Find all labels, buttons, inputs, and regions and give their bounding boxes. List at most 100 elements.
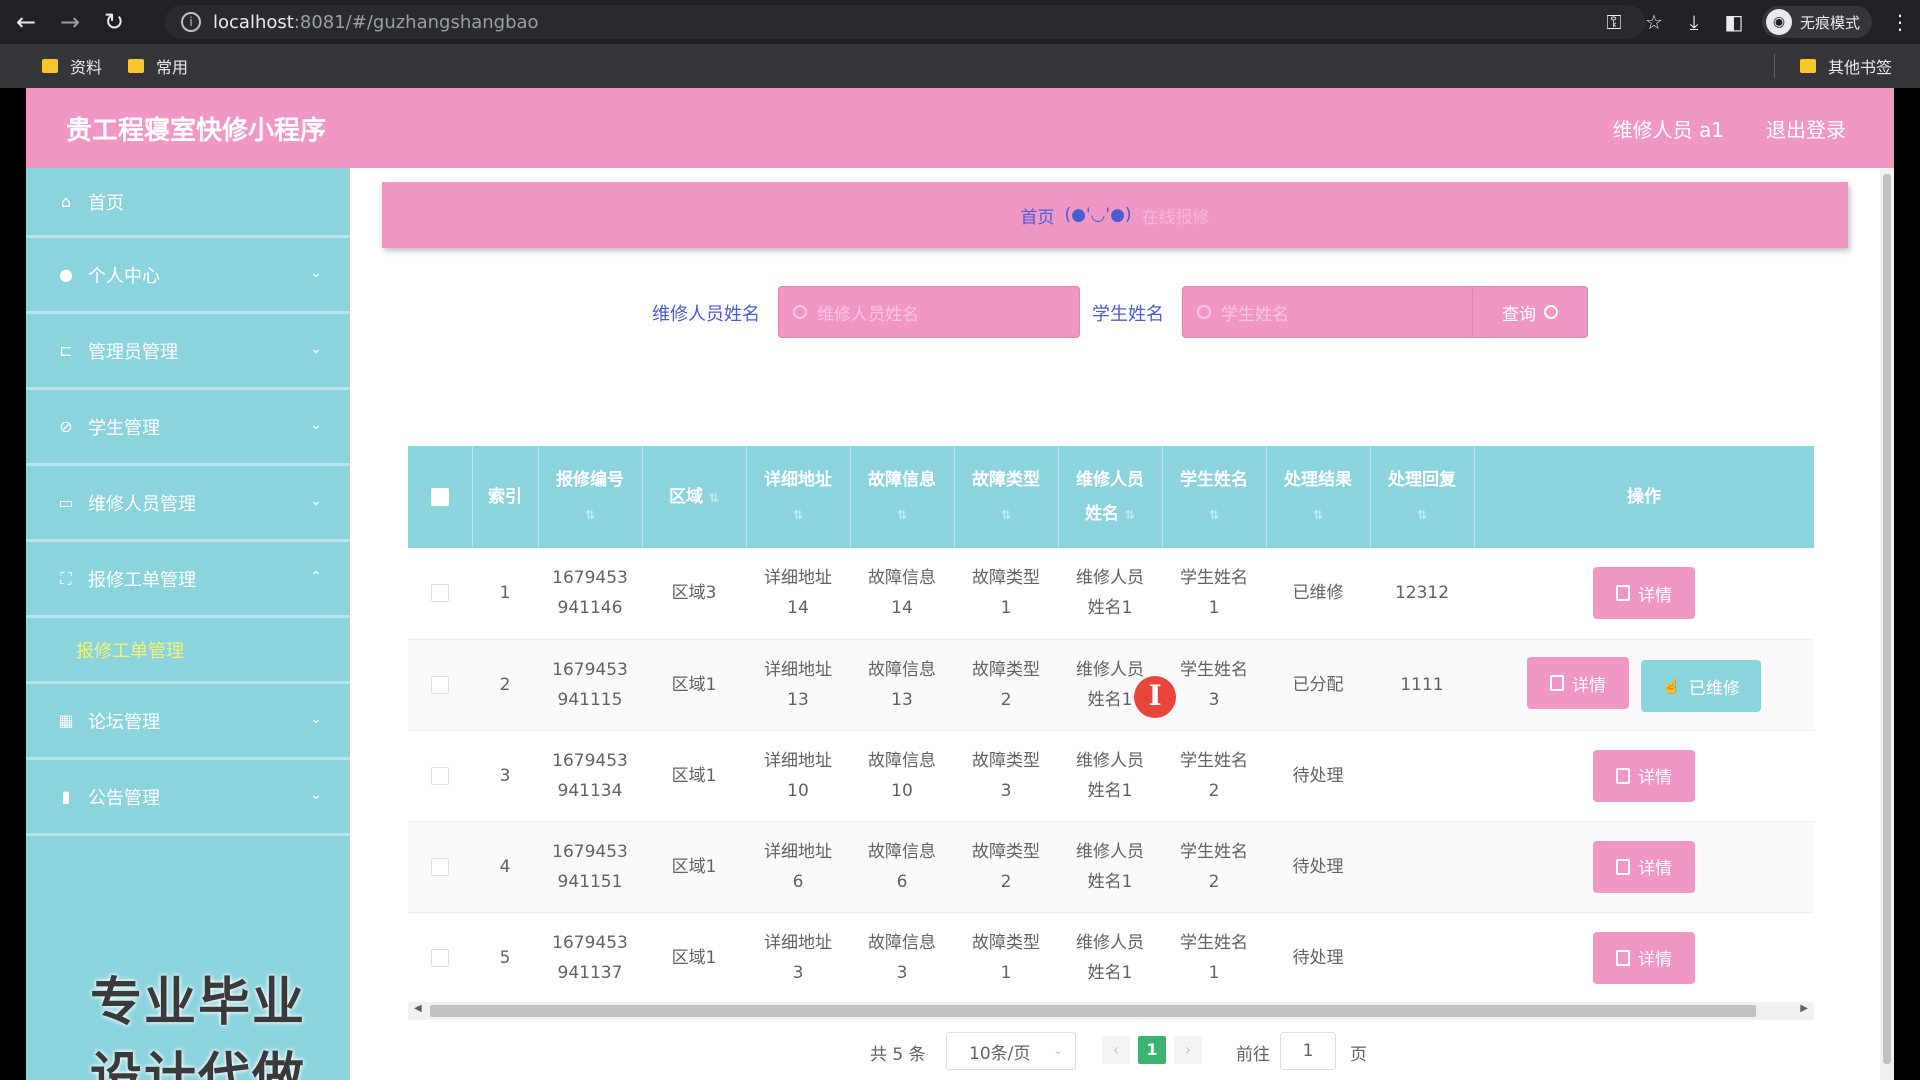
detail-button-label: 详情	[1572, 675, 1606, 695]
col-repairer[interactable]: 维修人员姓名 ⇅	[1058, 446, 1163, 548]
bookmark-folder-1[interactable]: 常用	[128, 54, 188, 78]
key-icon[interactable]: ⚿	[1594, 10, 1634, 34]
sort-icon[interactable]: ⇅	[709, 491, 719, 505]
student-name-input[interactable]: 学生姓名	[1182, 286, 1484, 338]
prev-page-button[interactable]: ‹	[1102, 1036, 1130, 1064]
forward-icon[interactable]: →	[52, 4, 88, 40]
scroll-right-icon[interactable]: ▶	[1800, 1003, 1808, 1014]
sidebar-item-profile[interactable]: ● 个人中心 ⌄	[26, 238, 350, 314]
sidebar-item-label: 学生管理	[88, 417, 160, 439]
search-icon	[1197, 305, 1211, 319]
cell-index: 5	[472, 912, 538, 1004]
detail-button[interactable]: 详情	[1593, 749, 1695, 802]
back-icon[interactable]: ←	[8, 4, 44, 40]
cell-area: 区域1	[642, 730, 746, 822]
sort-icon[interactable]: ⇅	[793, 508, 803, 522]
other-bookmarks[interactable]: 其他书签	[1799, 54, 1892, 78]
col-student[interactable]: 学生姓名 ⇅	[1162, 446, 1267, 548]
bookmark-folder-0[interactable]: 资料	[42, 54, 102, 78]
repairer-name-input[interactable]: 维修人员姓名	[778, 286, 1080, 338]
watermark-text: 专业毕业设计代做	[90, 973, 307, 1080]
scrollbar-thumb[interactable]	[1883, 174, 1891, 1064]
menu-dots-icon[interactable]: ⋮	[1880, 10, 1920, 34]
cell-repairer: 维修人员姓名1	[1058, 821, 1162, 913]
sort-icon[interactable]: ⇅	[1209, 508, 1219, 522]
col-area[interactable]: 区域 ⇅	[642, 446, 747, 548]
site-info-icon[interactable]: i	[181, 12, 201, 32]
col-student-label: 学生姓名	[1180, 469, 1248, 490]
sort-icon[interactable]: ⇅	[1001, 508, 1011, 522]
detail-button[interactable]: 详情	[1593, 567, 1695, 620]
cell-result: 已分配	[1266, 639, 1370, 731]
next-page-button[interactable]: ›	[1174, 1036, 1202, 1064]
star-icon[interactable]: ☆	[1634, 10, 1674, 34]
reload-icon[interactable]: ↻	[96, 4, 132, 40]
grid-icon: ▦	[58, 711, 74, 730]
sort-icon[interactable]: ⇅	[1417, 508, 1427, 522]
col-fault-type[interactable]: 故障类型 ⇅	[954, 446, 1059, 548]
sort-icon[interactable]: ⇅	[897, 508, 907, 522]
sidebar-item-repairers[interactable]: ▭ 维修人员管理 ⌄	[26, 466, 350, 542]
breadcrumb-home[interactable]: 首页	[1020, 203, 1054, 228]
sidebar-item-admins[interactable]: ⊏ 管理员管理 ⌄	[26, 314, 350, 390]
folder-icon	[1799, 59, 1816, 73]
search-form: 维修人员姓名 维修人员姓名 学生姓名 学生姓名 查询	[350, 286, 1894, 338]
select-all-cell[interactable]	[408, 446, 473, 548]
cell-fault-info: 故障信息10	[850, 730, 954, 822]
app-brand: 贵工程寝室快修小程序	[66, 116, 327, 146]
col-result[interactable]: 处理结果 ⇅	[1266, 446, 1371, 548]
incognito-badge[interactable]: ◉ 无痕模式	[1761, 6, 1872, 38]
col-fault-info[interactable]: 故障信息 ⇅	[850, 446, 955, 548]
page-vertical-scrollbar[interactable]	[1880, 168, 1894, 1080]
row-checkbox[interactable]	[431, 857, 449, 876]
sidebar-item-forum[interactable]: ▦ 论坛管理 ⌄	[26, 684, 350, 760]
table-row: 4 1679453941151 区域1 详细地址6 故障信息6 故障类型2 维修…	[408, 821, 1814, 913]
sidebar-item-work-orders[interactable]: ⛶ 报修工单管理 ⌃	[26, 542, 350, 618]
col-reply[interactable]: 处理回复 ⇅	[1370, 446, 1475, 548]
row-checkbox[interactable]	[431, 948, 449, 967]
cell-result: 已维修	[1266, 548, 1370, 640]
sidebar-subitem-work-orders[interactable]: 报修工单管理	[26, 618, 350, 684]
col-address[interactable]: 详细地址 ⇅	[746, 446, 851, 548]
sort-icon[interactable]: ⇅	[1125, 508, 1135, 522]
sidebar-item-students[interactable]: ⊘ 学生管理 ⌄	[26, 390, 350, 466]
page-number-current[interactable]: 1	[1138, 1036, 1166, 1064]
row-checkbox[interactable]	[431, 675, 449, 694]
page-size-select[interactable]: 10条/页 ⌄	[946, 1032, 1076, 1070]
chevron-down-icon: ⌄	[310, 265, 322, 281]
current-user: 维修人员 a1	[1612, 118, 1724, 142]
scroll-left-icon[interactable]: ◀	[414, 1003, 422, 1014]
row-checkbox[interactable]	[431, 766, 449, 785]
cell-fault-info: 故障信息6	[850, 821, 954, 913]
col-code[interactable]: 报修编号 ⇅	[538, 446, 643, 548]
goto-page-input[interactable]: 1	[1280, 1032, 1336, 1070]
logout-link[interactable]: 退出登录	[1766, 114, 1846, 143]
sidebar-item-notices[interactable]: ▮ 公告管理 ⌄	[26, 760, 350, 836]
detail-button[interactable]: 详情	[1593, 840, 1695, 893]
scrollbar-thumb[interactable]	[430, 1005, 1756, 1017]
detail-button-label: 详情	[1638, 585, 1672, 605]
select-all-checkbox[interactable]	[430, 488, 449, 506]
chevron-down-icon: ⌄	[310, 417, 322, 433]
app-header: 贵工程寝室快修小程序 维修人员 a1 退出登录	[26, 88, 1894, 168]
query-button[interactable]: 查询	[1472, 286, 1588, 338]
cell-result: 待处理	[1266, 730, 1370, 822]
mark-repaired-button[interactable]: ☝ 已维修	[1641, 660, 1761, 712]
cell-result: 待处理	[1266, 912, 1370, 1004]
table-horizontal-scrollbar[interactable]: ◀ ▶	[408, 1002, 1814, 1020]
sort-icon[interactable]: ⇅	[1313, 508, 1323, 522]
detail-button[interactable]: 详情	[1527, 657, 1629, 709]
cell-address: 详细地址13	[746, 639, 850, 731]
col-fault-info-label: 故障信息	[868, 469, 936, 490]
url-host: localhost	[213, 11, 294, 33]
address-bar[interactable]: i localhost:8081/#/guzhangshangbao	[165, 5, 1645, 39]
sidepanel-icon[interactable]: ◧	[1714, 10, 1754, 34]
detail-button[interactable]: 详情	[1593, 931, 1695, 984]
chevron-up-icon: ⌃	[310, 569, 322, 585]
sort-icon[interactable]: ⇅	[585, 508, 595, 522]
sidebar-item-home[interactable]: ⌂ 首页	[26, 168, 350, 238]
bookmarks-bar: 资料 常用 其他书签	[0, 44, 1920, 88]
download-icon[interactable]: ⤓	[1674, 10, 1714, 34]
row-checkbox[interactable]	[431, 584, 449, 603]
sidebar-item-label: 论坛管理	[88, 711, 160, 733]
